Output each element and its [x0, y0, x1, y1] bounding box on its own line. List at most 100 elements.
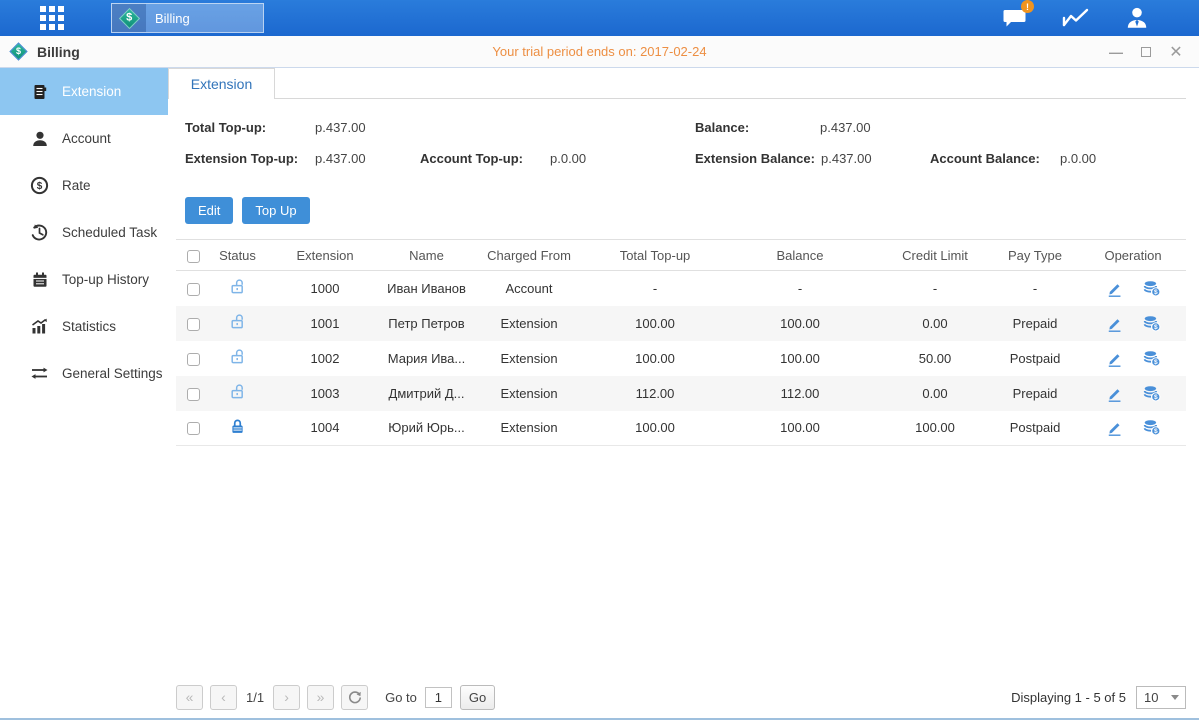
- extension-topup-label: Extension Top-up:: [185, 151, 298, 166]
- unlocked-icon[interactable]: [229, 278, 246, 295]
- locked-icon[interactable]: [229, 418, 246, 435]
- close-button[interactable]: ✕: [1167, 43, 1185, 61]
- first-page-button[interactable]: «: [176, 685, 203, 710]
- summary-panel: Total Top-up: p.437.00 Balance: p.437.00…: [168, 118, 1199, 184]
- sidebar-item-general-settings[interactable]: General Settings: [0, 350, 168, 397]
- cell-status: [210, 376, 265, 411]
- column-header-status[interactable]: Status: [210, 240, 265, 271]
- cell-total-topup: -: [590, 271, 720, 306]
- unlocked-icon[interactable]: [229, 383, 246, 400]
- column-header-charged-from[interactable]: Charged From: [468, 240, 590, 271]
- prev-page-button[interactable]: ‹: [210, 685, 237, 710]
- unlocked-icon[interactable]: [229, 313, 246, 330]
- row-checkbox-cell: [176, 306, 210, 341]
- cell-operation: $: [1080, 306, 1186, 341]
- account-balance-label: Account Balance:: [930, 151, 1040, 166]
- row-checkbox[interactable]: [187, 353, 200, 366]
- cell-name: Петр Петров: [385, 306, 468, 341]
- top-up-button[interactable]: Top Up: [242, 197, 309, 224]
- topup-row-icon[interactable]: $: [1143, 419, 1161, 436]
- column-header-extension[interactable]: Extension: [265, 240, 385, 271]
- minimize-button[interactable]: —: [1107, 43, 1125, 61]
- sidebar-item-account[interactable]: Account: [0, 115, 168, 162]
- column-header-operation[interactable]: Operation: [1080, 240, 1186, 271]
- row-checkbox-cell: [176, 271, 210, 306]
- topup-row-icon[interactable]: $: [1143, 350, 1161, 367]
- sidebar-item-statistics[interactable]: Statistics: [0, 303, 168, 350]
- row-checkbox[interactable]: [187, 388, 200, 401]
- svg-text:$: $: [1153, 324, 1157, 331]
- column-header-total-top-up[interactable]: Total Top-up: [590, 240, 720, 271]
- taskbar-tab-billing[interactable]: $ Billing: [111, 3, 264, 33]
- cell-pay-type: Postpaid: [990, 341, 1080, 376]
- topup-row-icon[interactable]: $: [1143, 315, 1161, 332]
- row-checkbox[interactable]: [187, 422, 200, 435]
- go-button[interactable]: Go: [460, 685, 495, 710]
- row-checkbox[interactable]: [187, 283, 200, 296]
- sidebar-item-scheduled-task[interactable]: Scheduled Task: [0, 209, 168, 256]
- column-header-credit-limit[interactable]: Credit Limit: [880, 240, 990, 271]
- edit-row-icon[interactable]: [1106, 419, 1123, 436]
- topup-row-icon[interactable]: $: [1143, 385, 1161, 402]
- column-header-pay-type[interactable]: Pay Type: [990, 240, 1080, 271]
- refresh-button[interactable]: [341, 685, 368, 710]
- edit-row-icon[interactable]: [1106, 315, 1123, 332]
- cell-extension: 1002: [265, 341, 385, 376]
- table-row[interactable]: 1000Иван ИвановAccount----$: [176, 271, 1186, 306]
- account-topup-label: Account Top-up:: [420, 151, 523, 166]
- cell-operation: $: [1080, 271, 1186, 306]
- table-row[interactable]: 1004Юрий Юрь...Extension100.00100.00100.…: [176, 411, 1186, 446]
- edit-row-icon[interactable]: [1106, 280, 1123, 297]
- edit-button[interactable]: Edit: [185, 197, 233, 224]
- sidebar-item-label: Rate: [62, 178, 91, 193]
- account-balance-value: p.0.00: [1060, 151, 1096, 166]
- window-title-bar: $ Billing Your trial period ends on: 201…: [0, 36, 1199, 68]
- svg-text:$: $: [1153, 289, 1157, 296]
- table-row[interactable]: 1003Дмитрий Д...Extension112.00112.000.0…: [176, 376, 1186, 411]
- goto-page-input[interactable]: [425, 687, 452, 708]
- statistics-icon[interactable]: [1062, 4, 1090, 32]
- sidebar-item-label: Top-up History: [62, 272, 149, 287]
- balance-label: Balance:: [695, 120, 749, 135]
- table-row[interactable]: 1002Мария Ива...Extension100.00100.0050.…: [176, 341, 1186, 376]
- topup-row-icon[interactable]: $: [1143, 280, 1161, 297]
- table-row[interactable]: 1001Петр ПетровExtension100.00100.000.00…: [176, 306, 1186, 341]
- cell-pay-type: Prepaid: [990, 306, 1080, 341]
- messages-icon[interactable]: !: [1001, 4, 1029, 32]
- table-header-row: StatusExtensionNameCharged FromTotal Top…: [176, 240, 1186, 271]
- next-page-button[interactable]: ›: [273, 685, 300, 710]
- cell-status: [210, 411, 265, 446]
- account-topup-value: p.0.00: [550, 151, 586, 166]
- tab-extension[interactable]: Extension: [168, 68, 275, 99]
- page-size-select[interactable]: 10: [1136, 686, 1186, 709]
- trial-notice: Your trial period ends on: 2017-02-24: [0, 44, 1199, 59]
- last-page-button[interactable]: »: [307, 685, 334, 710]
- pagination-bar: « ‹ 1/1 › » Go to Go Displaying 1 - 5 of…: [176, 684, 1186, 710]
- cell-extension: 1001: [265, 306, 385, 341]
- edit-row-icon[interactable]: [1106, 350, 1123, 367]
- select-all-checkbox[interactable]: [187, 250, 200, 263]
- cell-credit-limit: 50.00: [880, 341, 990, 376]
- cell-credit-limit: 100.00: [880, 411, 990, 446]
- cell-total-topup: 100.00: [590, 341, 720, 376]
- cell-name: Дмитрий Д...: [385, 376, 468, 411]
- svg-text:$: $: [37, 181, 43, 192]
- row-checkbox-cell: [176, 411, 210, 446]
- column-header-balance[interactable]: Balance: [720, 240, 880, 271]
- sidebar-item-extension[interactable]: Extension: [0, 68, 168, 115]
- displaying-status: Displaying 1 - 5 of 5: [1011, 690, 1126, 705]
- sidebar-item-label: Extension: [62, 84, 121, 99]
- user-icon[interactable]: [1123, 4, 1151, 32]
- unlocked-icon[interactable]: [229, 348, 246, 365]
- column-header-name[interactable]: Name: [385, 240, 468, 271]
- cell-balance: 100.00: [720, 306, 880, 341]
- sidebar-item-rate[interactable]: $ Rate: [0, 162, 168, 209]
- edit-row-icon[interactable]: [1106, 385, 1123, 402]
- extension-topup-value: p.437.00: [315, 151, 366, 166]
- cell-credit-limit: 0.00: [880, 306, 990, 341]
- maximize-button[interactable]: [1137, 43, 1155, 61]
- page-indicator: 1/1: [246, 690, 264, 705]
- apps-grid-icon[interactable]: [33, 0, 71, 36]
- sidebar-item-topup-history[interactable]: Top-up History: [0, 256, 168, 303]
- row-checkbox[interactable]: [187, 318, 200, 331]
